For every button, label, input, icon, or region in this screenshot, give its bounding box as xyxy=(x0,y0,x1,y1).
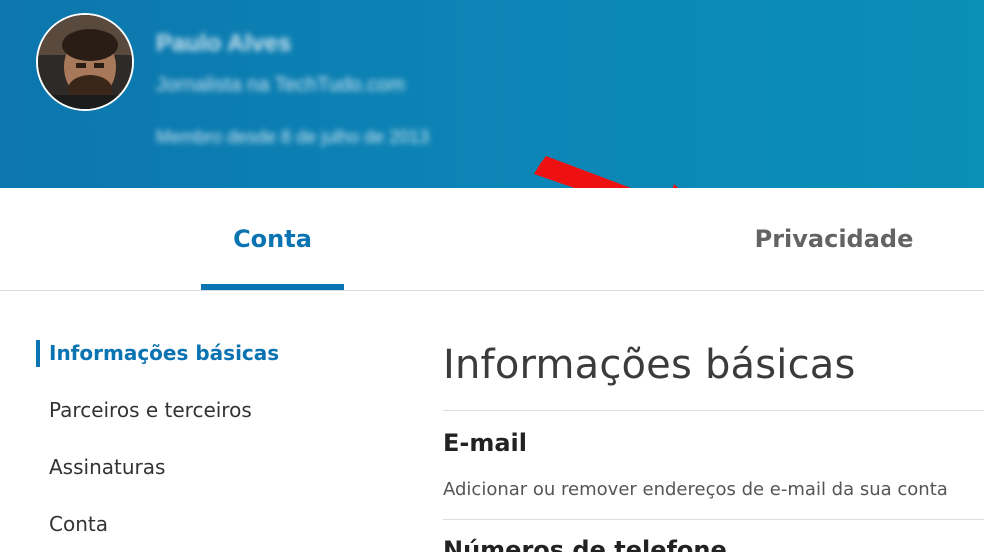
profile-member-since: Membro desde 8 de julho de 2013 xyxy=(156,127,430,147)
active-tab-indicator xyxy=(201,284,344,290)
profile-header: Paulo Alves Jornalista na TechTudo.com M… xyxy=(0,0,984,188)
settings-page: Paulo Alves Jornalista na TechTudo.com M… xyxy=(0,0,984,552)
profile-title: Jornalista na TechTudo.com xyxy=(156,74,406,96)
email-setting-description: Adicionar ou remover endereços de e-mail… xyxy=(443,479,948,500)
tab-privacidade[interactable]: Privacidade xyxy=(745,188,923,290)
email-setting-title[interactable]: E-mail xyxy=(443,429,527,457)
sidebar-active-indicator xyxy=(36,340,40,367)
sidebar-item-informacoes-basicas[interactable]: Informações básicas xyxy=(49,341,279,365)
phone-setting-title[interactable]: Números de telefone xyxy=(443,536,727,552)
profile-name: Paulo Alves xyxy=(156,30,292,57)
tab-conta[interactable]: Conta xyxy=(201,188,344,290)
item-divider xyxy=(443,519,984,520)
avatar-image xyxy=(38,15,132,109)
sidebar-nav: Informações básicas Parceiros e terceiro… xyxy=(0,292,410,552)
main-content: Informações básicas E-mail Adicionar ou … xyxy=(443,292,984,552)
settings-tabs: Conta Privacidade xyxy=(0,188,984,291)
sidebar-item-conta[interactable]: Conta xyxy=(49,512,108,536)
sidebar-item-parceiros-e-terceiros[interactable]: Parceiros e terceiros xyxy=(49,398,252,422)
sidebar-item-assinaturas[interactable]: Assinaturas xyxy=(49,455,165,479)
section-divider xyxy=(443,410,984,411)
section-title: Informações básicas xyxy=(443,342,856,388)
avatar xyxy=(36,13,134,111)
